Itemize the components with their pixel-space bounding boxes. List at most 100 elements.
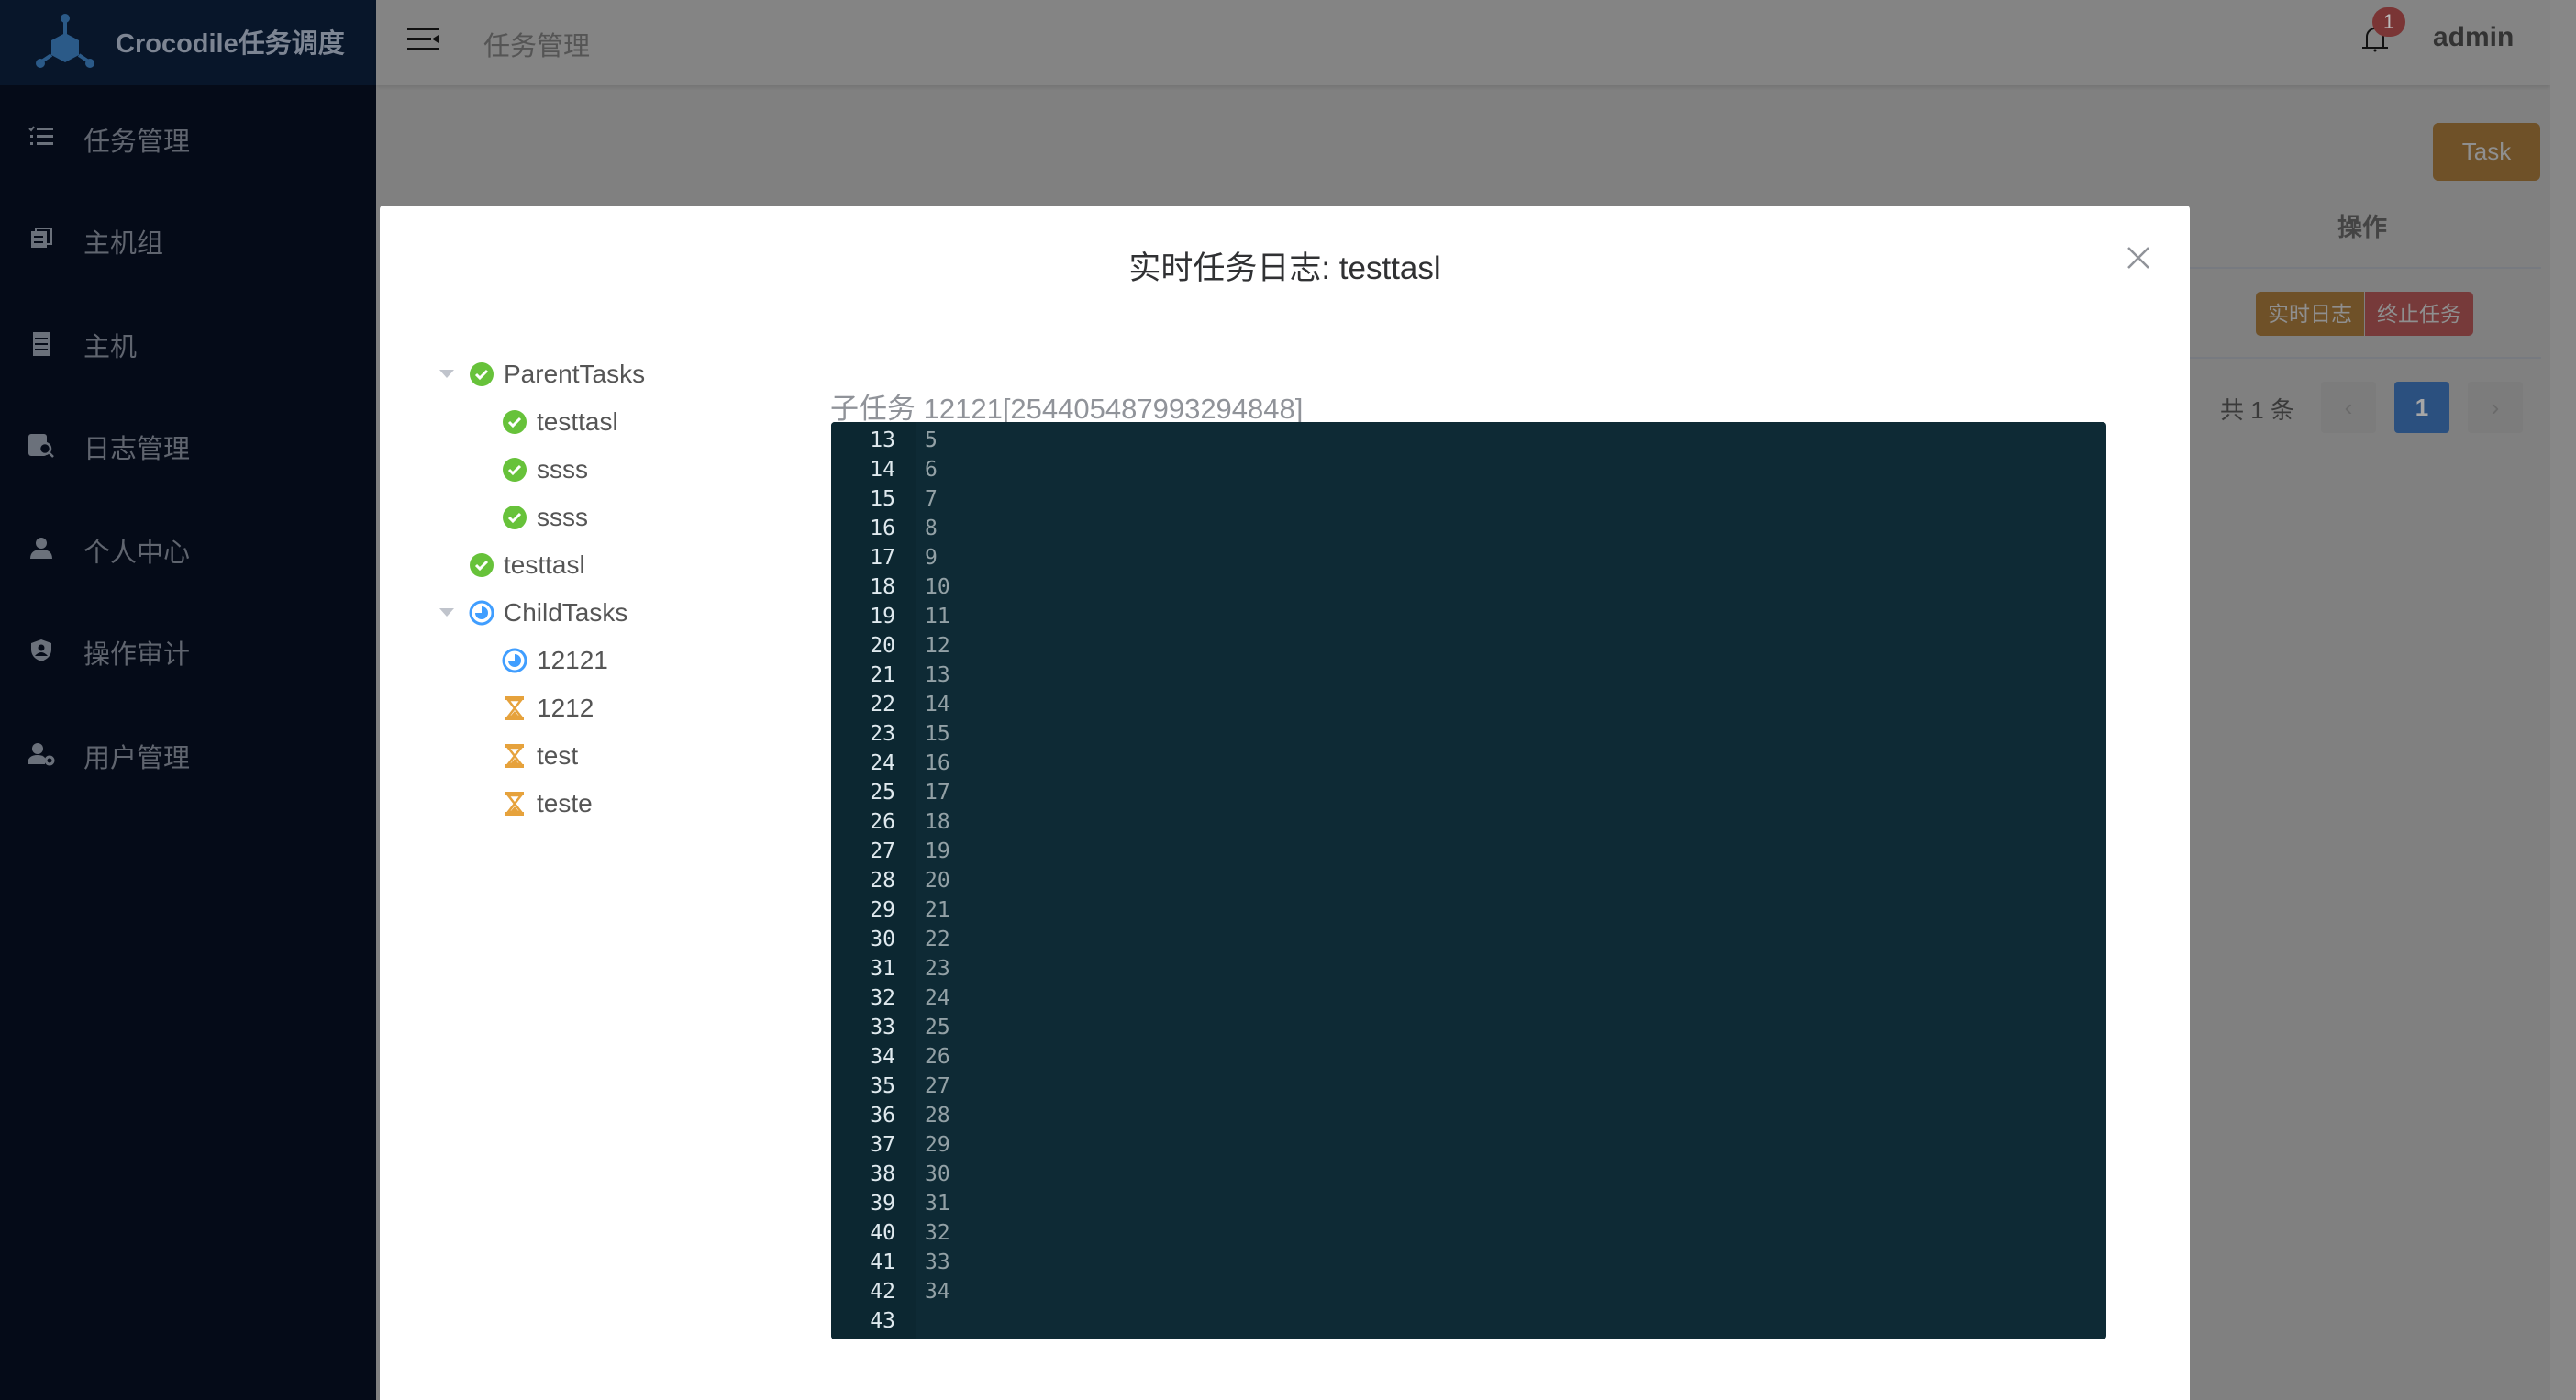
line-number: 25 xyxy=(870,781,895,805)
log-line: 14 xyxy=(925,693,950,717)
sidebar-item-4[interactable]: 个人中心 xyxy=(0,514,376,587)
line-number: 23 xyxy=(870,722,895,746)
tree-node[interactable]: test xyxy=(502,732,578,780)
line-number: 13 xyxy=(870,428,895,452)
tree-node[interactable]: ChildTasks xyxy=(469,589,627,637)
log-line: 29 xyxy=(925,1133,950,1157)
sidebar-item-3[interactable]: 日志管理 xyxy=(0,410,376,483)
scrollbar[interactable] xyxy=(2550,0,2576,1400)
line-number: 36 xyxy=(870,1104,895,1128)
line-number: 37 xyxy=(870,1133,895,1157)
line-number: 42 xyxy=(870,1280,895,1304)
tree-node[interactable]: 12121 xyxy=(502,637,608,684)
shield-user-icon xyxy=(28,639,55,666)
line-number: 22 xyxy=(870,693,895,717)
column-header-actions: 操作 xyxy=(2337,214,2387,241)
tree-node[interactable]: ParentTasks xyxy=(469,350,645,398)
tree-node-label: 1212 xyxy=(537,694,594,722)
server-icon xyxy=(28,331,55,359)
log-viewer[interactable]: 13 5 14 6 15 7 16 8 17 9 18 10 19 11 20 12 21 13 22 14 23 15 2… xyxy=(831,422,2106,1339)
line-number: 30 xyxy=(870,928,895,951)
user-icon xyxy=(28,537,55,564)
app-title: Crocodile任务调度 xyxy=(116,29,345,59)
line-number: 20 xyxy=(870,634,895,658)
status-success-icon xyxy=(502,457,527,483)
tree-node[interactable]: testtasl xyxy=(502,398,618,446)
host-group-icon xyxy=(28,228,55,255)
line-number: 32 xyxy=(870,986,895,1010)
close-icon[interactable] xyxy=(2126,246,2150,270)
pagination-total: 共 1 条 xyxy=(2220,396,2294,424)
pagination-page-1[interactable]: 1 xyxy=(2394,382,2449,433)
logo-icon xyxy=(36,14,94,68)
expand-caret-icon[interactable] xyxy=(439,608,454,617)
log-line: 26 xyxy=(925,1045,950,1069)
notification-badge: 1 xyxy=(2372,7,2405,37)
user-menu[interactable]: admin xyxy=(2433,22,2514,53)
pagination-prev-button[interactable]: ‹ xyxy=(2321,382,2376,433)
log-search-icon xyxy=(28,433,55,461)
log-line: 16 xyxy=(925,751,950,775)
line-number: 19 xyxy=(870,605,895,628)
log-label: 子任务 12121[254405487993294848] xyxy=(830,393,1304,425)
log-line: 23 xyxy=(925,957,950,981)
sidebar-item-label: 操作审计 xyxy=(83,640,191,670)
menu-toggle-icon[interactable] xyxy=(407,28,439,51)
status-success-icon xyxy=(502,409,527,435)
line-number: 38 xyxy=(870,1162,895,1186)
dialog-title: 实时任务日志: testtasl xyxy=(1128,250,1441,286)
tree-node-label: ssss xyxy=(537,455,588,483)
sidebar-item-label: 用户管理 xyxy=(83,744,191,773)
line-number: 40 xyxy=(870,1221,895,1245)
status-pending-icon xyxy=(502,695,527,721)
log-line: 7 xyxy=(925,487,938,511)
log-line: 18 xyxy=(925,810,950,834)
line-number: 39 xyxy=(870,1192,895,1216)
line-number: 18 xyxy=(870,575,895,599)
top-header: 任务管理 xyxy=(376,0,2550,85)
sidebar-item-6[interactable]: 用户管理 xyxy=(0,719,376,793)
stop-task-button[interactable]: 终止任务 xyxy=(2365,292,2473,336)
log-line: 33 xyxy=(925,1250,950,1274)
realtime-log-dialog: 实时任务日志: testtasl ParentTasks testtasl ssss… xyxy=(380,206,2190,1400)
tree-node-label: testtasl xyxy=(504,550,585,579)
tree-node[interactable]: ssss xyxy=(502,494,588,541)
log-line: 13 xyxy=(925,663,950,687)
tree-node-label: 12121 xyxy=(537,646,608,674)
tree-node-label: test xyxy=(537,741,579,770)
sidebar-item-5[interactable]: 操作审计 xyxy=(0,616,376,689)
log-line: 17 xyxy=(925,781,950,805)
tree-node[interactable]: testtasl xyxy=(469,541,585,589)
line-number: 14 xyxy=(870,458,895,482)
create-task-button[interactable]: Task xyxy=(2433,123,2540,181)
line-number: 16 xyxy=(870,517,895,540)
sidebar-item-0[interactable]: 任务管理 xyxy=(0,103,376,176)
tree-node[interactable]: teste xyxy=(502,780,593,828)
log-line: 21 xyxy=(925,898,950,922)
logo[interactable]: Crocodile任务调度 xyxy=(0,0,376,85)
line-number: 31 xyxy=(870,957,895,981)
line-number: 24 xyxy=(870,751,895,775)
log-line: 25 xyxy=(925,1016,950,1039)
status-pending-icon xyxy=(502,743,527,769)
tree-node[interactable]: ssss xyxy=(502,446,588,494)
sidebar-item-label: 个人中心 xyxy=(83,539,191,568)
log-line: 32 xyxy=(925,1221,950,1245)
user-gear-icon xyxy=(28,742,55,770)
line-number: 33 xyxy=(870,1016,895,1039)
log-line: 28 xyxy=(925,1104,950,1128)
tree-node[interactable]: 1212 xyxy=(502,684,594,732)
status-running-icon xyxy=(469,600,494,626)
sidebar-item-2[interactable]: 主机 xyxy=(0,308,376,382)
log-line: 6 xyxy=(925,458,938,482)
tree-node-label: ParentTasks xyxy=(504,360,646,388)
realtime-log-button[interactable]: 实时日志 xyxy=(2256,292,2364,336)
sidebar-item-1[interactable]: 主机组 xyxy=(0,205,376,278)
log-line: 24 xyxy=(925,986,950,1010)
sidebar-item-label: 任务管理 xyxy=(83,128,191,157)
log-line: 31 xyxy=(925,1192,950,1216)
line-number: 26 xyxy=(870,810,895,834)
expand-caret-icon[interactable] xyxy=(439,370,454,378)
pagination-next-button[interactable]: › xyxy=(2468,382,2523,433)
breadcrumb[interactable]: 任务管理 xyxy=(483,25,590,63)
